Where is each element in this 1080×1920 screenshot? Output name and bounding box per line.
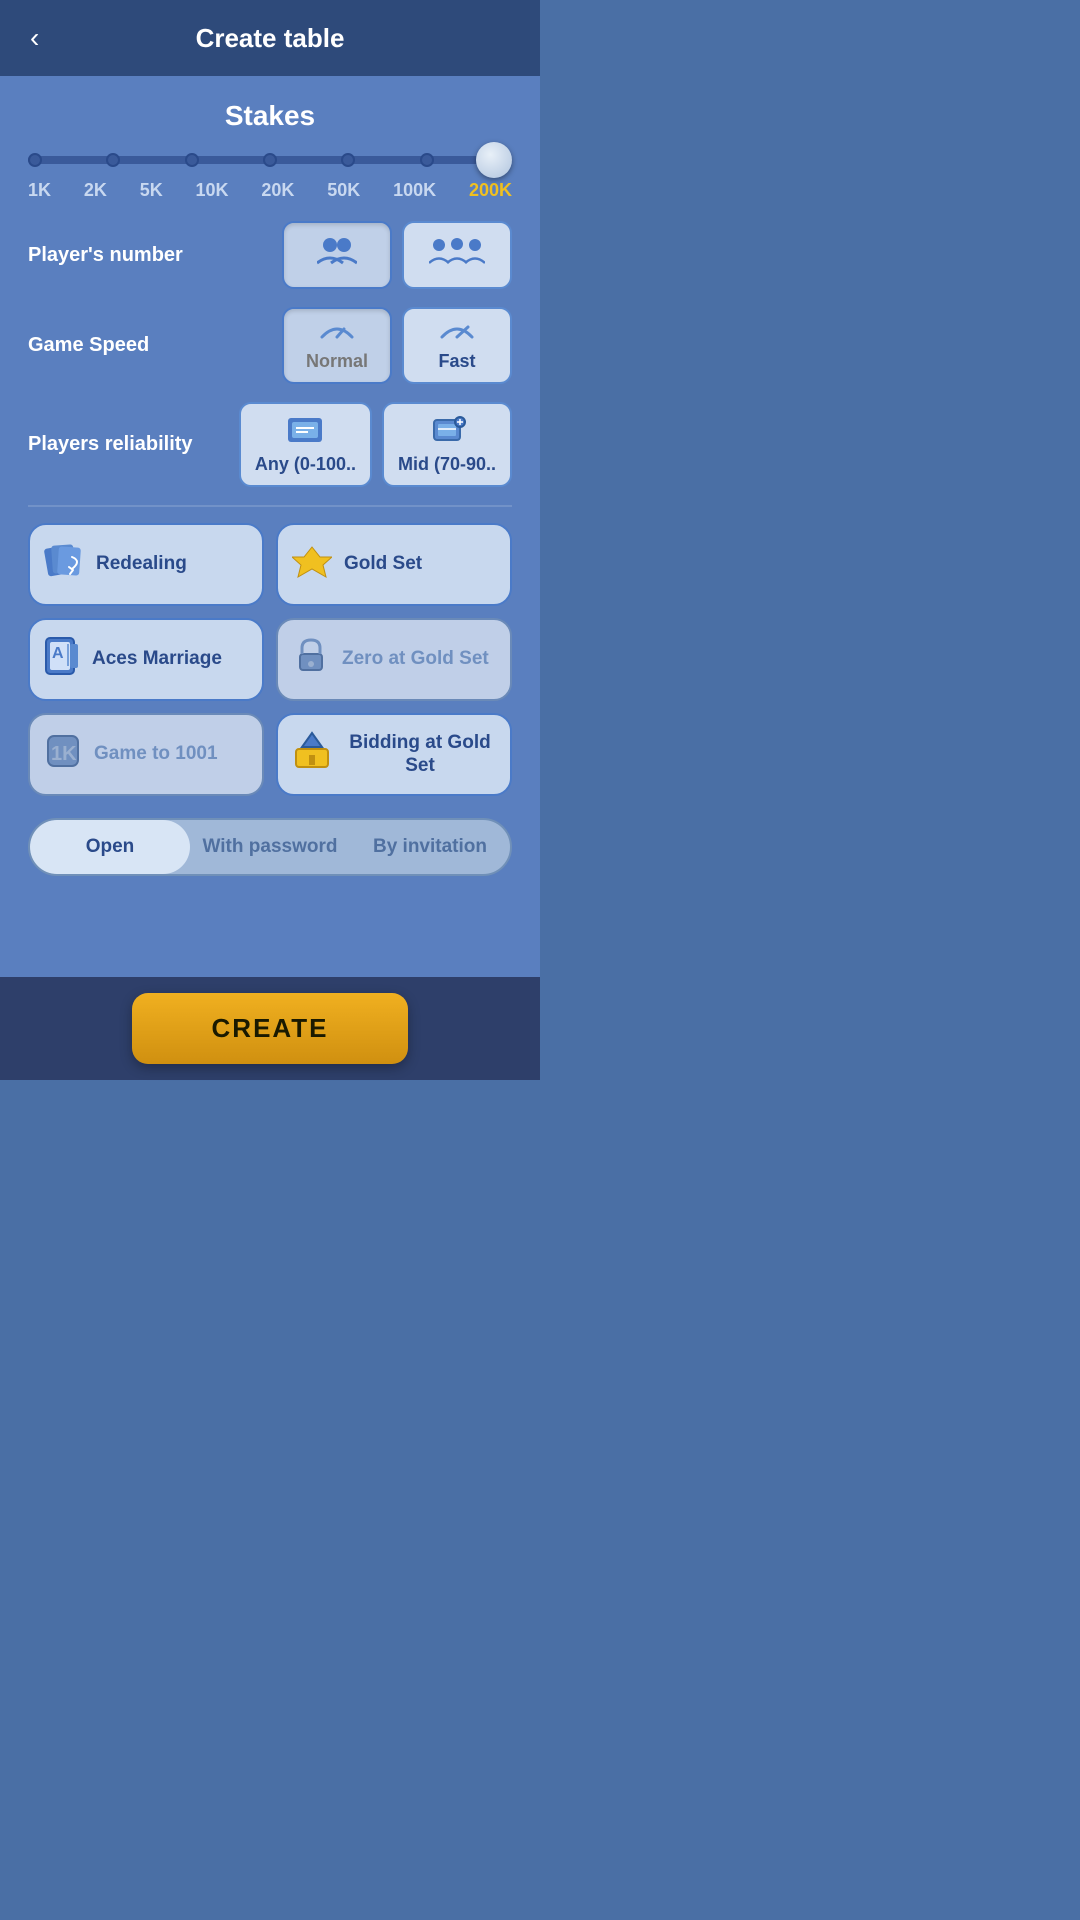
zero-gold-set-icon [292, 636, 330, 683]
stake-label-5k: 5K [140, 180, 163, 201]
gold-set-button[interactable]: Gold Set [276, 523, 512, 606]
header: ‹ Create table [0, 0, 540, 76]
game-to-1001-button[interactable]: 1K Game to 1001 [28, 713, 264, 796]
redealing-icon [44, 541, 84, 588]
stakes-title: Stakes [28, 100, 512, 132]
players-number-label: Player's number [28, 244, 282, 267]
players-2-button[interactable] [282, 221, 392, 289]
two-players-icon [317, 235, 357, 271]
aces-marriage-button[interactable]: A Aces Marriage [28, 618, 264, 701]
speed-normal-label: Normal [306, 351, 368, 372]
slider-dots [28, 153, 512, 167]
aces-marriage-icon: A [44, 636, 80, 683]
slider-dot-20k [341, 153, 355, 167]
reliability-mid-button[interactable]: Mid (70-90.. [382, 402, 512, 487]
gold-set-icon [292, 543, 332, 586]
speed-fast-label: Fast [438, 351, 475, 372]
game-to-1001-label: Game to 1001 [94, 743, 218, 766]
stake-label-20k: 20K [261, 180, 294, 201]
stake-label-2k: 2K [84, 180, 107, 201]
bottom-bar: CREATE [0, 977, 540, 1080]
slider-track [28, 156, 512, 164]
speed-fast-icon [438, 319, 476, 347]
slider-dot-10k [263, 153, 277, 167]
players-reliability-row: Players reliability Any (0-100.. [28, 402, 512, 487]
stake-label-10k: 10K [196, 180, 229, 201]
reliability-mid-label: Mid (70-90.. [398, 454, 496, 475]
access-invitation-button[interactable]: By invitation [350, 820, 510, 874]
svg-text:A: A [52, 645, 64, 662]
speed-fast-button[interactable]: Fast [402, 307, 512, 384]
game-speed-row: Game Speed Normal Fast [28, 307, 512, 384]
access-password-button[interactable]: With password [190, 820, 350, 874]
reliability-any-icon [286, 414, 324, 450]
aces-marriage-label: Aces Marriage [92, 648, 222, 671]
main-content: Stakes 1K 2K 5K 10K 20K 50K 100K 200K Pl [0, 76, 540, 977]
slider-thumb[interactable] [476, 142, 512, 178]
access-toggle: Open With password By invitation [28, 818, 512, 876]
svg-text:1K: 1K [51, 743, 77, 765]
game-speed-label: Game Speed [28, 334, 282, 357]
bidding-gold-set-label: Bidding at Gold Set [344, 732, 496, 778]
players-reliability-group: Any (0-100.. Mid (70-90.. [239, 402, 512, 487]
slider-dot-50k [420, 153, 434, 167]
stake-label-50k: 50K [327, 180, 360, 201]
reliability-mid-icon [428, 414, 466, 450]
players-3-button[interactable] [402, 221, 512, 289]
three-players-icon [429, 235, 485, 271]
stake-label-1k: 1K [28, 180, 51, 201]
players-reliability-label: Players reliability [28, 433, 239, 456]
zero-gold-set-button[interactable]: Zero at Gold Set [276, 618, 512, 701]
redealing-label: Redealing [96, 553, 187, 576]
game-to-1001-icon: 1K [44, 732, 82, 777]
players-number-group [282, 221, 512, 289]
divider-1 [28, 505, 512, 507]
back-button[interactable]: ‹ [20, 18, 49, 58]
bidding-gold-set-icon [292, 731, 332, 778]
reliability-any-button[interactable]: Any (0-100.. [239, 402, 372, 487]
players-number-row: Player's number [28, 221, 512, 289]
slider-dot-2k [106, 153, 120, 167]
slider-dot-5k [185, 153, 199, 167]
game-speed-group: Normal Fast [282, 307, 512, 384]
slider-labels: 1K 2K 5K 10K 20K 50K 100K 200K [28, 180, 512, 201]
stake-label-200k: 200K [469, 180, 512, 201]
stake-label-100k: 100K [393, 180, 436, 201]
redealing-button[interactable]: Redealing [28, 523, 264, 606]
slider-dot-1k [28, 153, 42, 167]
features-grid: Redealing Gold Set A Aces M [28, 523, 512, 796]
access-open-button[interactable]: Open [30, 820, 190, 874]
create-button[interactable]: CREATE [132, 993, 409, 1064]
page-title: Create table [196, 23, 345, 54]
speed-normal-button[interactable]: Normal [282, 307, 392, 384]
speed-normal-icon [318, 319, 356, 347]
reliability-any-label: Any (0-100.. [255, 454, 356, 475]
stakes-slider[interactable] [28, 148, 512, 172]
zero-gold-set-label: Zero at Gold Set [342, 648, 489, 671]
gold-set-label: Gold Set [344, 553, 422, 576]
bidding-gold-set-button[interactable]: Bidding at Gold Set [276, 713, 512, 796]
